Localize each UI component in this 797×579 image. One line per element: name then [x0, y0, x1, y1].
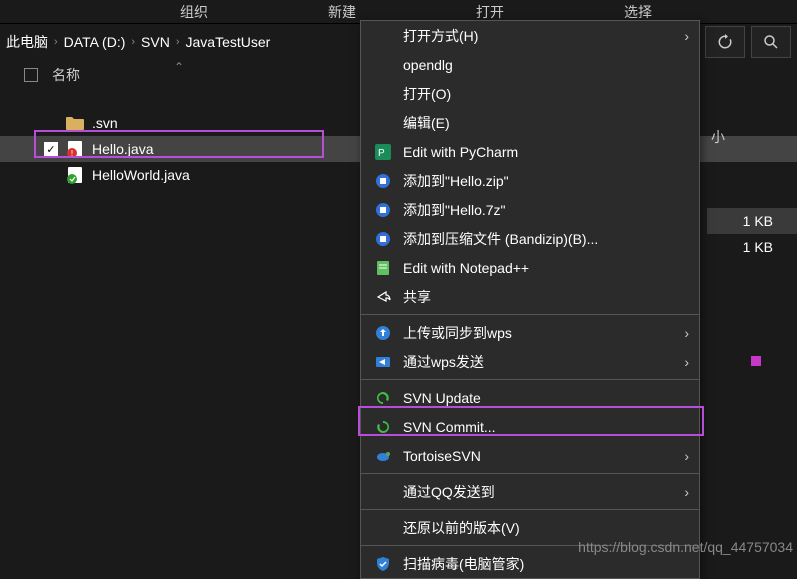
menu-open-with[interactable]: 打开方式(H)›	[361, 21, 699, 50]
menu-add-bandizip[interactable]: 添加到压缩文件 (Bandizip)(B)...	[361, 224, 699, 253]
archive-icon	[373, 171, 393, 191]
crumb-drive[interactable]: DATA (D:)	[64, 34, 126, 50]
menu-add-7z[interactable]: 添加到"Hello.7z"	[361, 195, 699, 224]
menu-share[interactable]: 共享	[361, 282, 699, 311]
menu-tortoisesvn[interactable]: TortoiseSVN›	[361, 441, 699, 470]
menu-separator	[361, 314, 699, 315]
archive-icon	[373, 229, 393, 249]
shield-icon	[373, 554, 393, 574]
folder-icon	[66, 114, 84, 132]
notepad-icon	[373, 258, 393, 278]
menu-open[interactable]: 打开(O)	[361, 79, 699, 108]
column-size-label[interactable]: 小	[707, 122, 797, 152]
sort-ascending-icon: ⌃	[174, 60, 184, 74]
context-menu: 打开方式(H)› opendlg 打开(O) 编辑(E) PEdit with …	[360, 20, 700, 579]
menu-add-zip[interactable]: 添加到"Hello.zip"	[361, 166, 699, 195]
menu-svn-commit[interactable]: SVN Commit...	[361, 412, 699, 441]
file-name: Hello.java	[92, 141, 153, 157]
column-name-label: 名称	[52, 65, 80, 85]
tab-organize[interactable]: 组织	[0, 0, 268, 23]
menu-notepad[interactable]: Edit with Notepad++	[361, 253, 699, 282]
crumb-root[interactable]: 此电脑	[6, 32, 48, 52]
menu-edit[interactable]: 编辑(E)	[361, 108, 699, 137]
menu-svn-update[interactable]: SVN Update	[361, 383, 699, 412]
archive-icon	[373, 200, 393, 220]
menu-qq-send[interactable]: 通过QQ发送到›	[361, 477, 699, 506]
pycharm-icon: P	[373, 142, 393, 162]
file-name: HelloWorld.java	[92, 167, 190, 183]
size-value: 1 KB	[707, 234, 797, 260]
size-column: 小 1 KB 1 KB	[707, 122, 797, 260]
checkbox-placeholder	[44, 116, 58, 130]
chevron-right-icon: ›	[131, 36, 135, 48]
java-normal-icon	[66, 166, 84, 184]
chevron-right-icon: ›	[54, 36, 58, 48]
menu-separator	[361, 379, 699, 380]
cloud-upload-icon	[373, 323, 393, 343]
send-icon	[373, 352, 393, 372]
tortoise-icon	[373, 446, 393, 466]
svn-update-icon	[373, 388, 393, 408]
chevron-right-icon: ›	[684, 325, 689, 341]
file-name: .svn	[92, 115, 118, 131]
select-all-checkbox[interactable]	[24, 68, 38, 82]
java-modified-icon: !	[66, 140, 84, 158]
menu-wps-send[interactable]: 通过wps发送›	[361, 347, 699, 376]
svg-text:!: !	[71, 149, 73, 158]
svg-text:P: P	[378, 148, 385, 159]
decorative-square	[751, 356, 761, 366]
crumb-folder1[interactable]: SVN	[141, 34, 170, 50]
menu-wps-upload[interactable]: 上传或同步到wps›	[361, 318, 699, 347]
menu-separator	[361, 509, 699, 510]
menu-pycharm[interactable]: PEdit with PyCharm	[361, 137, 699, 166]
share-icon	[373, 287, 393, 307]
size-value: 1 KB	[707, 208, 797, 234]
chevron-right-icon: ›	[684, 448, 689, 464]
chevron-right-icon: ›	[684, 28, 689, 44]
menu-restore[interactable]: 还原以前的版本(V)	[361, 513, 699, 542]
checkbox-placeholder	[44, 168, 58, 182]
chevron-right-icon: ›	[684, 484, 689, 500]
checkbox-checked[interactable]: ✓	[44, 142, 58, 156]
menu-separator	[361, 473, 699, 474]
chevron-right-icon: ›	[684, 354, 689, 370]
search-button[interactable]	[751, 26, 791, 58]
chevron-right-icon: ›	[176, 36, 180, 48]
watermark: https://blog.csdn.net/qq_44757034	[578, 539, 793, 555]
refresh-button[interactable]	[705, 26, 745, 58]
svn-commit-icon	[373, 417, 393, 437]
menu-opendlg[interactable]: opendlg	[361, 50, 699, 79]
crumb-folder2[interactable]: JavaTestUser	[186, 34, 271, 50]
